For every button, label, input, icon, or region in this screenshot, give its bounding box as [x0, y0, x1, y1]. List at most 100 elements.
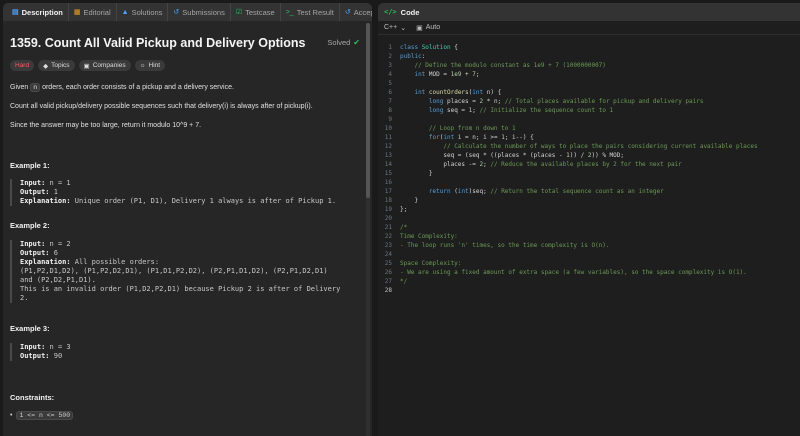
- code-line[interactable]: 2 public:: [378, 52, 800, 61]
- line-number: 4: [388, 71, 392, 78]
- tab-editorial[interactable]: ▦ Editorial: [69, 3, 117, 21]
- code-line[interactable]: 7 long places = 2 * n; // Total places a…: [378, 97, 800, 106]
- code-text: // Loop from n down to 1: [428, 125, 516, 132]
- code-line[interactable]: 13 seq = (seq * ((places * (places - 1))…: [378, 151, 800, 160]
- hint-button[interactable]: ☼ Hint: [134, 60, 166, 71]
- line-number: 23: [384, 242, 392, 249]
- line-number: 18: [384, 197, 392, 204]
- solved-status: Solved ✔: [327, 38, 360, 47]
- accepted-icon: ↺: [344, 8, 351, 16]
- code-text: return (int)seq; // Return the total seq…: [428, 188, 664, 195]
- code-text: for(int i = n; i >= 1; i--) {: [428, 134, 534, 141]
- code-line[interactable]: 28: [378, 286, 800, 295]
- code-line[interactable]: 15 }: [378, 169, 800, 178]
- lightbulb-icon: ☼: [139, 62, 146, 69]
- tab-accepted[interactable]: ↺ Accepted: [340, 3, 372, 21]
- code-line[interactable]: 14 places -= 2; // Reduce the available …: [378, 160, 800, 169]
- example-2-block: Input: n = 2 Output: 6 Explanation: All …: [10, 240, 340, 303]
- code-line[interactable]: 23 - The loop runs 'n' times, so the time…: [378, 241, 800, 250]
- line-number: 15: [384, 170, 392, 177]
- code-line[interactable]: 25 Space Complexity:: [378, 259, 800, 268]
- code-line[interactable]: 26 - We are using a fixed amount of extra…: [378, 268, 800, 277]
- topics-button[interactable]: ◆ Topics: [38, 60, 75, 71]
- code-text: int MOD = 1e9 + 7;: [414, 71, 480, 78]
- code-line[interactable]: 24: [378, 250, 800, 259]
- tab-description-label: Description: [21, 7, 63, 17]
- code-line[interactable]: 18 }: [378, 196, 800, 205]
- description-panel: ▤ Description ▦ Editorial ▲ Solutions ↺ …: [3, 3, 372, 436]
- code-text: Space Complexity:: [400, 260, 462, 267]
- code-line[interactable]: 4 int MOD = 1e9 + 7;: [378, 70, 800, 79]
- code-text: seq = (seq * ((places * (places - 1)) / …: [400, 152, 624, 159]
- ex3-line-1: Output: 90: [20, 352, 63, 360]
- tab-testcase[interactable]: ☑ Testcase: [231, 3, 281, 21]
- line-number: 3: [388, 62, 392, 69]
- code-editor[interactable]: 1 class Solution {2 public: 3 // Define the…: [378, 43, 800, 295]
- code-line[interactable]: 8 long seq = 1; // Initialize the sequen…: [378, 106, 800, 115]
- auto-mode-toggle[interactable]: ▣ Auto: [416, 24, 440, 32]
- code-line[interactable]: 6 int countOrders(int n) {: [378, 88, 800, 97]
- code-line[interactable]: 1 class Solution {: [378, 43, 800, 52]
- tab-accepted-label: Accepted: [353, 7, 372, 17]
- tab-description[interactable]: ▤ Description: [7, 3, 69, 21]
- tab-solutions-label: Solutions: [131, 7, 163, 17]
- code-line[interactable]: 21 /*: [378, 223, 800, 232]
- code-line[interactable]: 10 // Loop from n down to 1: [378, 124, 800, 133]
- language-selector[interactable]: C++ ⌄: [384, 24, 406, 32]
- scrollbar-thumb[interactable]: [366, 23, 370, 198]
- history-icon: ↺: [173, 8, 180, 16]
- code-line[interactable]: 11 for(int i = n; i >= 1; i--) {: [378, 133, 800, 142]
- description-scrollbar[interactable]: [366, 23, 370, 436]
- code-text: // Calculate the number of ways to place…: [443, 143, 758, 150]
- line-number: 24: [384, 251, 392, 258]
- code-line[interactable]: 20: [378, 214, 800, 223]
- ex1-explanation: Explanation: Unique order (P1, D1), Deli…: [20, 197, 337, 205]
- code-line[interactable]: 17 return (int)seq; // Return the total …: [378, 187, 800, 196]
- code-text: public:: [400, 53, 426, 60]
- line-number: 26: [384, 269, 392, 276]
- code-line[interactable]: 5: [378, 79, 800, 88]
- example-1-output: Output: 1: [10, 188, 58, 197]
- code-line[interactable]: 16: [378, 178, 800, 187]
- example-1-block: Input: n = 1: [10, 179, 71, 188]
- code-line[interactable]: 12 // Calculate the number of ways to pl…: [378, 142, 800, 151]
- code-text: - We are using a fixed amount of extra s…: [400, 269, 747, 276]
- code-line[interactable]: 3 // Define the modulo constant as 1e9 +…: [378, 61, 800, 70]
- ex1-output: Output: 1: [20, 188, 58, 196]
- code-line[interactable]: 19};: [378, 205, 800, 214]
- example-3-block: Input: n = 3 Output: 90: [10, 343, 71, 361]
- example-3-heading: Example 3:: [10, 324, 50, 333]
- tag-icon: ◆: [43, 62, 49, 70]
- line-number: 8: [388, 107, 392, 114]
- tab-editorial-label: Editorial: [83, 7, 111, 17]
- description-paragraph-1: Given n orders, each order consists of a…: [10, 83, 234, 92]
- example-1-heading: Example 1:: [10, 161, 50, 170]
- line-number: 7: [388, 98, 392, 105]
- code-panel-title: Code: [400, 7, 420, 17]
- tab-test-result[interactable]: >_ Test Result: [281, 3, 340, 21]
- companies-button[interactable]: ▣ Companies: [78, 60, 131, 71]
- code-text: int countOrders(int n) {: [414, 89, 502, 96]
- code-line[interactable]: 9: [378, 115, 800, 124]
- line-number: 11: [384, 134, 392, 141]
- line-number: 9: [388, 116, 392, 123]
- code-line[interactable]: 22 Time Complexity:: [378, 232, 800, 241]
- tab-test-result-label: Test Result: [296, 7, 334, 17]
- problem-title[interactable]: 1359. Count All Valid Pickup and Deliver…: [10, 36, 305, 50]
- example-1-explanation: Explanation: Unique order (P1, D1), Deli…: [10, 197, 336, 206]
- code-line[interactable]: 27 */: [378, 277, 800, 286]
- line-number: 20: [384, 215, 392, 222]
- tab-solutions[interactable]: ▲ Solutions: [117, 3, 169, 21]
- ex2-line-6: 2.: [20, 294, 29, 302]
- line-number: 14: [384, 161, 392, 168]
- code-text: */: [400, 278, 408, 285]
- desc1-end: orders, each order consists of a pickup …: [40, 84, 234, 91]
- inline-code-n: n: [30, 83, 41, 92]
- code-text: }: [400, 170, 433, 177]
- line-number: 6: [388, 89, 392, 96]
- code-text: /*: [400, 224, 408, 231]
- tab-submissions[interactable]: ↺ Submissions: [168, 3, 231, 21]
- constraints-heading: Constraints:: [10, 393, 55, 402]
- line-number: 13: [384, 152, 392, 159]
- ex2-line-5: This is an invalid order (P1,D2,P2,D1) b…: [20, 285, 341, 293]
